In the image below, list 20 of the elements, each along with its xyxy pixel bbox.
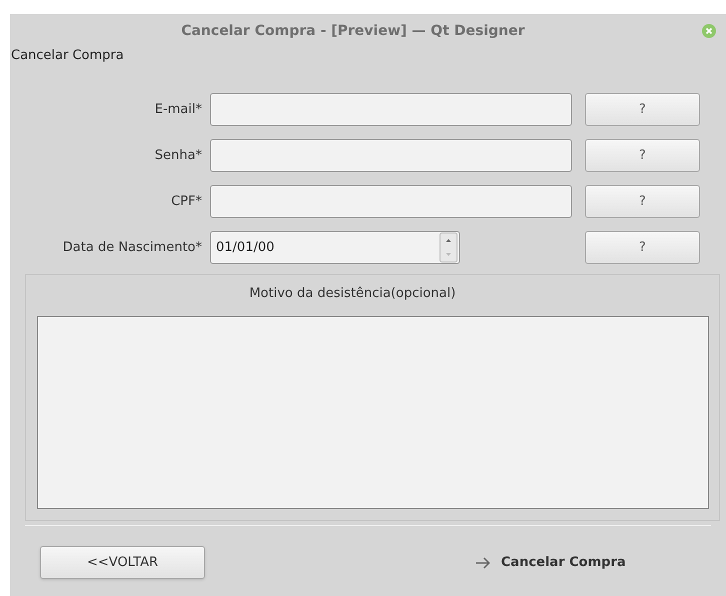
input-field[interactable]: [210, 93, 572, 126]
field-label: CPF*: [170, 192, 203, 211]
cancel-purchase-link[interactable]: Cancelar Compra: [475, 552, 626, 572]
window-title: Cancelar Compra - [Preview] — Qt Designer: [181, 22, 525, 40]
help-button[interactable]: ?: [585, 231, 700, 264]
help-button[interactable]: ?: [585, 185, 700, 218]
date-field[interactable]: 01/01/00: [210, 231, 460, 264]
input-field[interactable]: [210, 139, 572, 172]
spin-buttons-icon[interactable]: [439, 232, 459, 263]
field-label: Data de Nascimento*: [62, 238, 203, 257]
arrow-icon: [475, 556, 491, 568]
field-label: Senha*: [154, 146, 203, 165]
field-label: E-mail*: [154, 100, 203, 119]
help-button[interactable]: ?: [585, 93, 700, 126]
close-icon[interactable]: [702, 24, 716, 38]
back-button[interactable]: <<VOLTAR: [40, 546, 205, 579]
input-field[interactable]: [210, 185, 572, 218]
help-button[interactable]: ?: [585, 139, 700, 172]
form-title: Cancelar Compra: [10, 47, 125, 65]
group-title: Motivo da desistência(opcional): [249, 285, 456, 303]
